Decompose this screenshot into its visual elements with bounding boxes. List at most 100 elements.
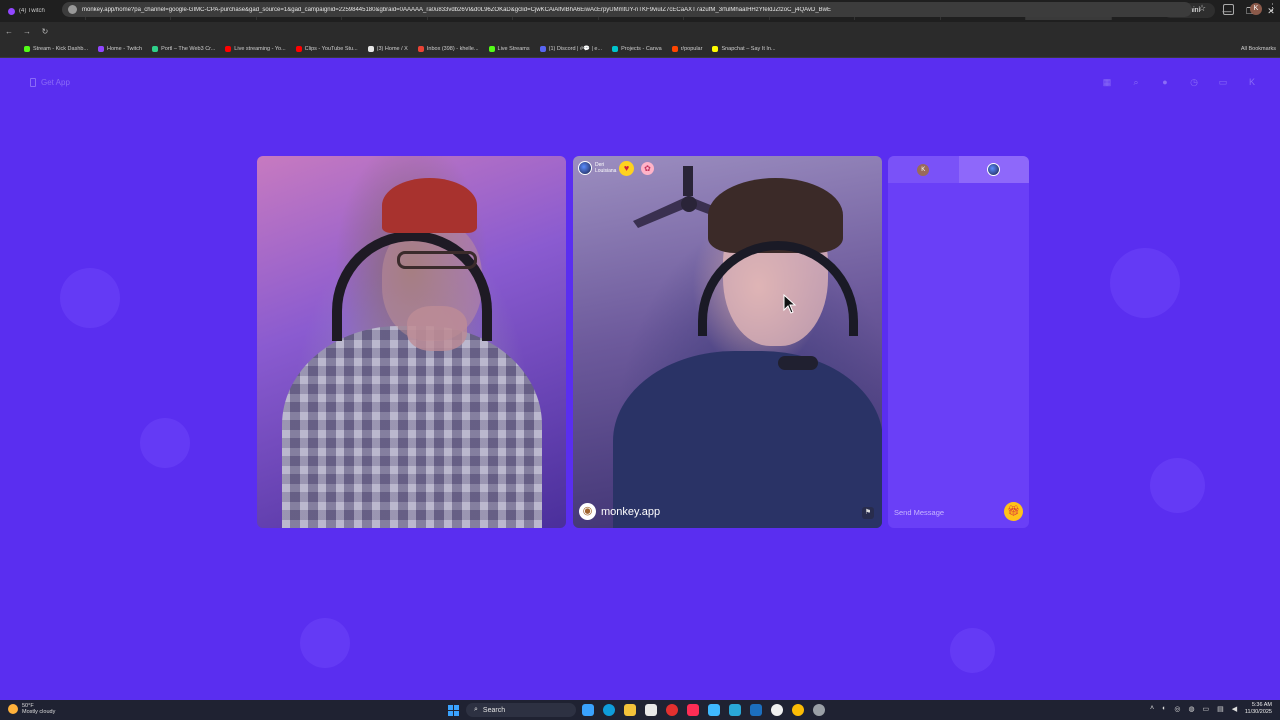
gift-badge-icon[interactable]: ✿: [641, 162, 654, 175]
site-info-icon[interactable]: [68, 5, 77, 14]
history-icon[interactable]: ◷: [1188, 76, 1200, 88]
chat-self-slot: K: [888, 156, 959, 183]
bookmark-favicon-icon: [225, 46, 232, 52]
windows-start-icon[interactable]: [448, 705, 459, 716]
gift-button-icon[interactable]: 🎁︎: [1004, 502, 1023, 521]
bookmark-star-icon[interactable]: ☆: [1198, 3, 1206, 14]
store-icon[interactable]: ▦: [1101, 76, 1113, 88]
bookmark-favicon-icon: [152, 46, 159, 52]
bookmark-favicon-icon: [417, 46, 424, 52]
bookmark-favicon-icon: [712, 46, 719, 52]
forward-icon[interactable]: →: [18, 27, 36, 36]
background-pattern: [140, 418, 190, 468]
bookmark-item[interactable]: Live streaming - Yo...: [225, 46, 286, 52]
taskbar-search[interactable]: ⌕ Search: [466, 703, 576, 717]
bookmark-item[interactable]: Stream - Kick Dashb...: [24, 46, 88, 52]
bookmark-item[interactable]: Inbox (398) - khelle...: [417, 46, 479, 52]
chrome-icon[interactable]: [792, 704, 804, 716]
extension-icon[interactable]: [1223, 4, 1234, 15]
display-icon[interactable]: ▭: [1203, 705, 1210, 713]
bookmark-item[interactable]: Snapchat – Say It In...: [712, 46, 776, 52]
chevron-up-icon[interactable]: ˄: [1150, 705, 1154, 713]
bookmark-label: (1) Discord | #💬 | e...: [548, 46, 603, 52]
bookmark-item[interactable]: Projects - Canva: [612, 46, 662, 52]
bookmark-favicon-icon: [367, 46, 374, 52]
bookmark-item[interactable]: (1) Discord | #💬 | e...: [539, 46, 603, 52]
coin-icon[interactable]: ●: [1159, 76, 1171, 88]
background-pattern: [1110, 248, 1180, 318]
bookmark-favicon-icon: [539, 46, 546, 52]
back-icon[interactable]: ←: [0, 27, 18, 36]
weather-desc: Mostly cloudy: [22, 709, 56, 715]
bookmark-label: Live streaming - Yo...: [234, 46, 286, 52]
search-icon: ⌕: [474, 706, 478, 713]
search-icon[interactable]: ⌕: [1130, 76, 1142, 88]
report-icon[interactable]: ⚑: [862, 507, 874, 519]
weather-widget[interactable]: 50°F Mostly cloudy: [8, 703, 55, 715]
bookmark-label: Live Streams: [497, 46, 530, 52]
remote-user-info: Deri Louisiana: [595, 162, 616, 174]
network-icon[interactable]: ▤: [1217, 705, 1224, 713]
background-pattern: [950, 628, 995, 673]
browser-profile-avatar[interactable]: K: [1250, 3, 1262, 15]
tab-favicon-icon: [8, 7, 15, 15]
bookmarks-bar: Stream - Kick Dashb... Home - Twitch Portl…: [0, 41, 1280, 58]
get-app-link[interactable]: Get App: [30, 78, 70, 87]
app-top-nav: ▦ ⌕ ● ◷ ▭ K: [1101, 76, 1258, 88]
menu-icon[interactable]: ⋮: [1268, 2, 1277, 13]
all-bookmarks-link[interactable]: All Bookmarks: [1241, 46, 1276, 52]
app-icon[interactable]: [708, 704, 720, 716]
bookmark-label: Stream - Kick Dashb...: [33, 46, 89, 52]
file-explorer-icon[interactable]: [624, 704, 636, 716]
monkey-logo-icon: ◉: [579, 503, 596, 520]
bookmark-item[interactable]: (3) Home / X: [367, 46, 408, 52]
browser-toolbar: ← → ↻: [0, 22, 1280, 41]
partner-avatar: [987, 163, 1001, 176]
weather-icon: [8, 704, 18, 714]
bookmark-item[interactable]: Portl – The Web3 Cr...: [152, 46, 215, 52]
tray-app-icon[interactable]: ◐: [1162, 705, 1166, 713]
address-bar[interactable]: monkey.app/home?pa_channel=google-GIMC-C…: [62, 2, 1192, 17]
bookmark-label: Portl – The Web3 Cr...: [161, 46, 216, 52]
app-icon[interactable]: [771, 704, 783, 716]
store-app-icon[interactable]: [645, 704, 657, 716]
bookmark-item[interactable]: r/popular: [671, 46, 702, 52]
bookmark-favicon-icon: [488, 46, 495, 52]
phone-icon: [30, 78, 36, 87]
steam-icon[interactable]: [750, 704, 762, 716]
taskbar-apps: [582, 704, 825, 716]
send-message-input[interactable]: [892, 504, 1004, 522]
bookmark-item[interactable]: Clips - YouTube Stu...: [295, 46, 358, 52]
bookmark-item[interactable]: Home - Twitch: [98, 46, 142, 52]
volume-icon[interactable]: ◀︎: [1232, 705, 1237, 713]
bookmark-favicon-icon: [98, 46, 105, 52]
profile-icon[interactable]: K: [1246, 76, 1258, 88]
reload-icon[interactable]: ↻: [36, 27, 54, 36]
chat-icon[interactable]: ▭: [1217, 76, 1229, 88]
taskbar-clock[interactable]: 5:36 AM 11/30/2025: [1245, 702, 1272, 716]
video-subject: [397, 251, 477, 269]
chat-panel: K 🎁︎: [888, 156, 1029, 528]
video-subject: [613, 351, 882, 528]
bookmark-item[interactable]: Live Streams: [488, 46, 530, 52]
app-icon[interactable]: [729, 704, 741, 716]
heart-icon[interactable]: ♥: [619, 161, 634, 176]
remote-video-feed: Deri Louisiana ♥ ✿ ◉ monkey.app ⚑: [573, 156, 882, 528]
weather-text: 50°F Mostly cloudy: [22, 703, 55, 715]
bookmark-favicon-icon: [612, 46, 619, 52]
clock-time: 5:36 AM: [1251, 702, 1272, 708]
opera-icon[interactable]: [666, 704, 678, 716]
edge-icon[interactable]: [603, 704, 615, 716]
settings-icon[interactable]: [813, 704, 825, 716]
bookmark-favicon-icon: [24, 46, 30, 52]
brand-label: monkey.app: [601, 505, 661, 518]
bookmark-favicon-icon: [671, 46, 678, 52]
remote-user-tag[interactable]: Deri Louisiana: [578, 161, 616, 175]
app-icon[interactable]: [687, 704, 699, 716]
widgets-icon[interactable]: [582, 704, 594, 716]
tray-app-icon[interactable]: ◍: [1188, 705, 1194, 713]
windows-taskbar: 50°F Mostly cloudy ⌕ Search ˄ ◐ ◎ ◍ ▭ ▤ …: [0, 700, 1280, 720]
tray-app-icon[interactable]: ◎: [1174, 705, 1180, 713]
get-app-label: Get App: [41, 78, 70, 87]
chat-header: K: [888, 156, 1029, 183]
